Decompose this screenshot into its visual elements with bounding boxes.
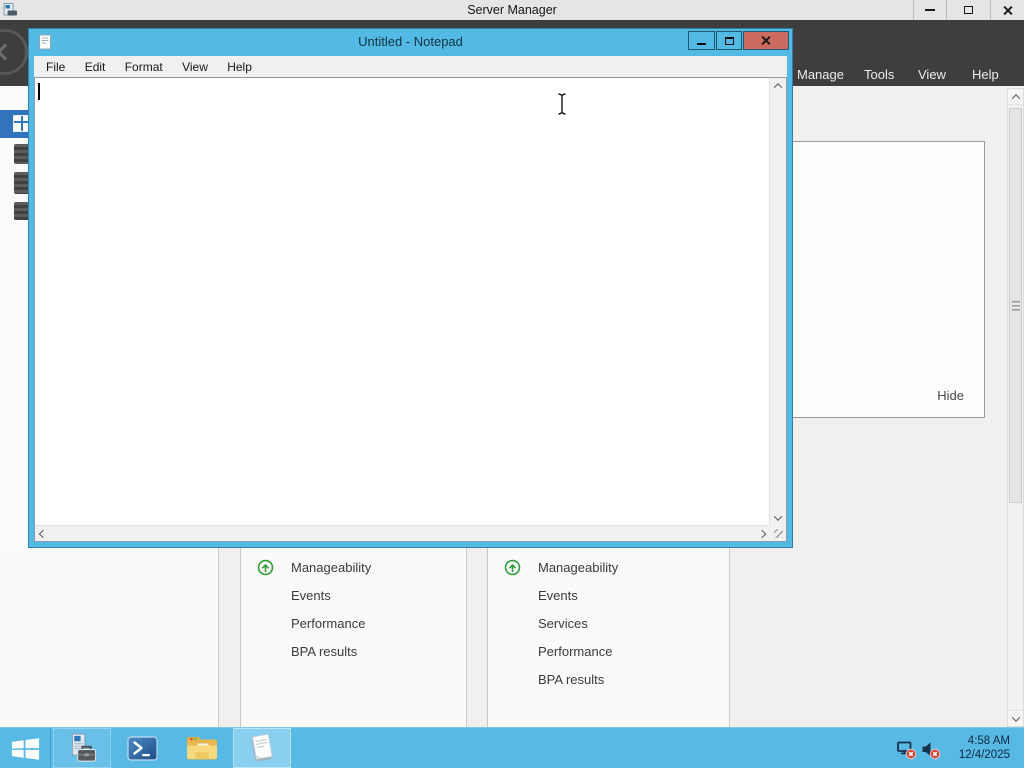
start-button[interactable] [0,728,51,768]
minimize-button[interactable] [913,0,946,20]
server-manager-sidebar [0,86,28,548]
tile-link-bpa-results[interactable]: BPA results [291,638,357,666]
scrollbar-grip-icon [1012,301,1020,312]
tile-link-events[interactable]: Events [291,582,331,610]
desktop: Server Manager Manage Tools View Help Hi… [0,0,1024,768]
scrollbar-thumb[interactable] [1009,108,1022,503]
taskbar-file-explorer-button[interactable] [173,728,231,768]
tile-row: Events [488,582,729,610]
taskbar-server-manager-button[interactable] [53,728,111,768]
minimize-icon [925,9,935,11]
menu-edit[interactable]: Edit [77,56,114,76]
vertical-scrollbar[interactable] [769,78,786,525]
scroll-down-icon[interactable] [770,510,786,525]
back-arrow-icon [0,43,14,61]
tile-link-services[interactable]: Services [538,610,588,638]
back-button[interactable] [0,29,28,75]
sidebar-item-local-server[interactable] [14,144,28,164]
menu-help[interactable]: Help [219,56,260,76]
tile-row: BPA results [241,638,466,666]
tile-link-performance[interactable]: Performance [538,638,612,666]
mouse-ibeam-cursor [556,92,568,121]
menu-manage[interactable]: Manage [797,65,844,85]
file-explorer-icon [187,736,217,759]
close-button[interactable] [990,0,1024,20]
tile-link-performance[interactable]: Performance [291,610,365,638]
window-title: Untitled - Notepad [358,34,463,49]
close-button[interactable] [743,31,789,50]
clock-date: 12/4/2025 [958,749,1010,761]
scroll-up-icon[interactable] [1008,89,1023,105]
server-manager-icon [71,732,97,762]
tile-link-bpa-results[interactable]: BPA results [538,666,604,694]
windows-start-icon [11,737,39,760]
window-title: Server Manager [467,3,557,17]
tile-row: Events [241,582,466,610]
sidebar-item-all-servers[interactable] [14,172,28,194]
tray-network-icon[interactable] [896,739,917,765]
taskbar-powershell-button[interactable] [113,728,171,768]
caption-buttons [913,0,1024,20]
scroll-up-icon[interactable] [770,78,786,93]
tile-link-events[interactable]: Events [538,582,578,610]
scroll-left-icon[interactable] [35,526,50,541]
menu-view[interactable]: View [174,56,216,76]
taskbar-notepad-button[interactable] [233,728,291,768]
menu-tools[interactable]: Tools [864,65,894,85]
notepad-menubar: File Edit Format View Help [34,56,787,77]
sidebar-item-file-storage[interactable] [14,202,28,220]
dashboard-tile-1: Manageability Events Performance BPA res… [240,548,467,727]
notepad-titlebar[interactable]: Untitled - Notepad [29,29,792,56]
dashboard-tile-clipped [0,548,219,727]
dashboard-icon [13,115,28,132]
text-caret [38,83,40,100]
restore-icon [964,3,978,14]
menu-view[interactable]: View [918,65,946,85]
status-up-icon [504,559,521,576]
close-icon [761,35,772,46]
menu-format[interactable]: Format [117,56,171,76]
minimize-icon [697,42,706,45]
notepad-icon [251,733,273,762]
scroll-down-icon[interactable] [1008,710,1023,726]
tile-row: Manageability [241,554,466,582]
tray-volume-icon[interactable] [920,739,941,765]
menu-file[interactable]: File [38,56,73,76]
maximize-button[interactable] [716,31,742,50]
tile-row: Performance [241,610,466,638]
notepad-window: Untitled - Notepad File Edit Format View… [28,28,793,548]
horizontal-scrollbar[interactable] [35,525,769,541]
minimize-button[interactable] [688,31,715,50]
status-up-icon [257,559,274,576]
tile-link-manageability[interactable]: Manageability [538,554,618,582]
clock-time: 4:58 AM [967,735,1010,747]
close-icon [1002,5,1013,16]
tray-clock[interactable]: 4:58 AM 12/4/2025 [942,734,1010,762]
tile-row: BPA results [488,666,729,694]
restore-button[interactable] [946,0,990,20]
resize-grip[interactable] [769,525,786,541]
server-manager-titlebar[interactable]: Server Manager [0,0,1024,20]
tile-link-manageability[interactable]: Manageability [291,554,371,582]
maximize-icon [724,36,734,45]
powershell-icon [126,735,158,761]
menu-help[interactable]: Help [972,65,999,85]
main-scrollbar[interactable] [1007,88,1024,727]
sidebar-item-dashboard[interactable] [0,110,28,138]
hide-link[interactable]: Hide [937,388,964,403]
dashboard-tile-2: Manageability Events Services Performanc… [487,548,730,727]
taskbar: 4:58 AM 12/4/2025 [0,727,1024,768]
notepad-text-area[interactable] [34,77,787,542]
tile-row: Services [488,610,729,638]
tile-row: Manageability [488,554,729,582]
scroll-right-icon[interactable] [754,526,769,541]
tile-row: Performance [488,638,729,666]
